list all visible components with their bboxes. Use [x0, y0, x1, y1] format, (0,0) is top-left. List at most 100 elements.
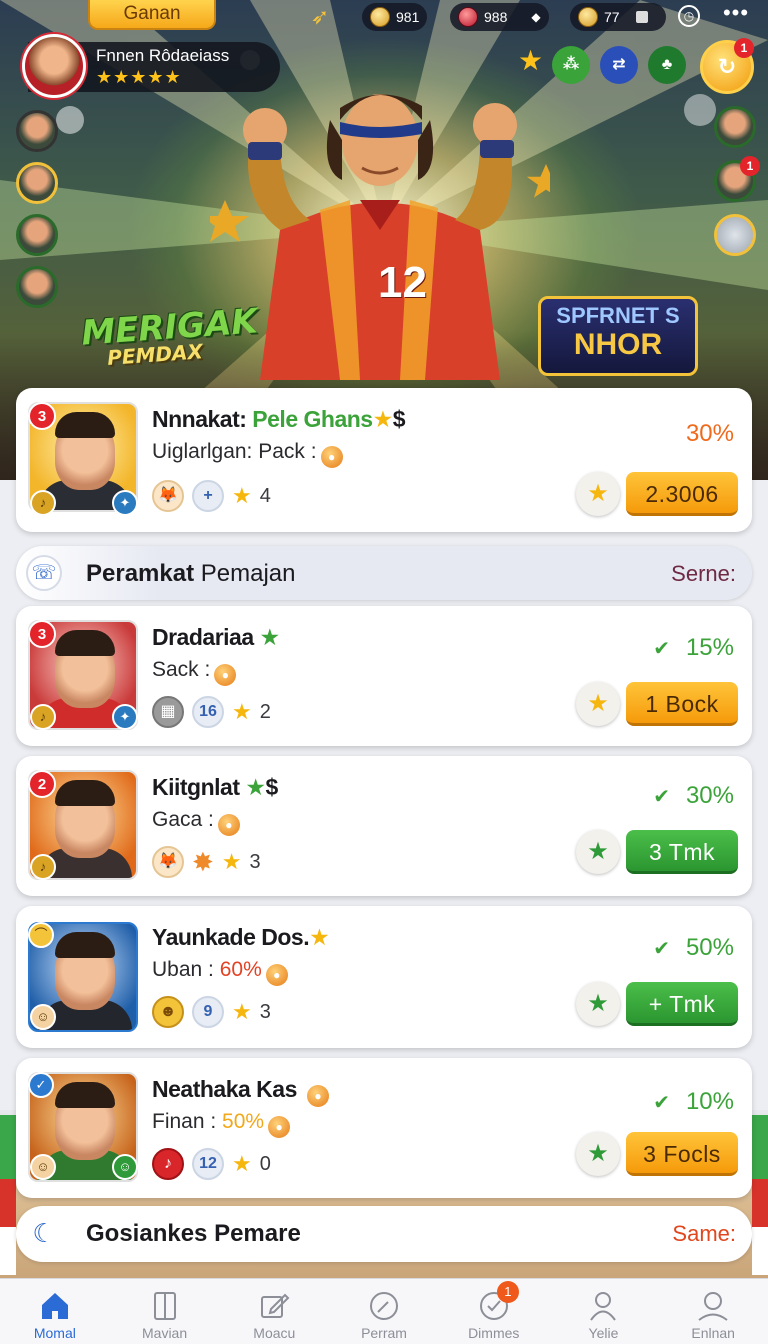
team-mini-icon: ☺ — [112, 1154, 138, 1180]
game-tab[interactable]: Ganan — [88, 0, 216, 30]
nav-label: Perram — [361, 1325, 407, 1341]
list-item[interactable]: 2 ♪ Kiitgnlat ★$ Gaca : ● 🦊 ✸ ★ 3 ✔ 30% ★ … — [16, 756, 752, 896]
nav-item-perram[interactable]: Perram — [329, 1279, 439, 1344]
notification-badge: 1 — [496, 1281, 519, 1303]
rank-badge: 3 — [28, 620, 56, 648]
favorite-button[interactable]: ★ — [576, 682, 620, 726]
nav-item-moacu[interactable]: Moacu — [219, 1279, 329, 1344]
silver-coin-stack-icon[interactable] — [714, 214, 756, 256]
rocket-icon[interactable]: ➶ — [308, 4, 332, 29]
item-action-button[interactable]: 3 Tmk — [626, 830, 738, 874]
featured-player-card[interactable]: 3 ♪ ✦ Nnnakat: Pele Ghans★$ Uiglarlgan: … — [16, 388, 752, 532]
nav-label: Yelie — [588, 1325, 619, 1341]
item-title: Kiitgnlat ★$ — [152, 774, 278, 800]
item-subtitle: Uban : 60% ● — [152, 958, 288, 986]
item-meta: ♪ 12 ★ 0 — [152, 1148, 271, 1180]
plus-icon: + — [192, 480, 224, 512]
moon-icon: ☾ — [26, 1215, 62, 1251]
token-icon — [578, 7, 598, 27]
item-action-button[interactable]: 3 Focls — [626, 1132, 738, 1176]
currency-pill-gold[interactable]: 981 — [362, 3, 428, 31]
nav-label: Enlnan — [691, 1325, 735, 1341]
level-badge: 12 — [192, 1148, 224, 1180]
favorite-button[interactable]: ★ — [576, 1132, 620, 1176]
section-sort-label[interactable]: Serne: — [671, 561, 736, 587]
item-subtitle: Sack : ● — [152, 658, 237, 686]
nav-label: Dimmes — [468, 1325, 520, 1341]
refresh-badge: 1 — [734, 38, 754, 58]
clock-icon[interactable]: ◷ — [678, 5, 700, 27]
home-icon — [41, 1293, 68, 1319]
favorite-button[interactable]: ★ — [576, 982, 620, 1026]
nav-item-enlnan[interactable]: Enlnan — [658, 1279, 768, 1344]
right-avatar-1[interactable] — [714, 106, 756, 148]
item-subtitle: Gaca : ● — [152, 808, 240, 836]
fox-icon: 🦊 — [152, 846, 184, 878]
section-header-peramkat[interactable]: ☏ Peramkat Pemajan Serne: — [16, 546, 752, 600]
guitar-icon: ♪ — [152, 1148, 184, 1180]
ruby-icon — [458, 7, 478, 27]
badge-icon: ✦ — [112, 490, 138, 516]
list-item[interactable]: ⌒ ☺ Yaunkade Dos.★ Uban : 60% ● ☻ 9 ★ 3 ✔… — [16, 906, 752, 1048]
item-title: Neathaka Kas ● — [152, 1076, 329, 1107]
section-sort-label[interactable]: Same: — [672, 1221, 736, 1247]
phone-icon: ☏ — [26, 555, 62, 591]
nav-item-dimmes[interactable]: Dimmes 1 — [439, 1279, 549, 1344]
star-icon: ★ — [259, 624, 281, 650]
side-avatar-2[interactable] — [16, 162, 58, 204]
favorite-star-icon[interactable]: ★ — [518, 44, 543, 77]
item-title: Dradariaa ★ — [152, 624, 281, 650]
item-title: Yaunkade Dos.★ — [152, 924, 330, 950]
currency-pill-token[interactable]: 77 — [570, 3, 666, 31]
player-stars: ★★★★★ — [96, 67, 182, 87]
user-icon — [590, 1292, 617, 1321]
profile-icon — [698, 1292, 728, 1321]
rank-badge: 2 — [28, 770, 56, 798]
nav-label: Mavian — [142, 1325, 188, 1341]
check-icon: ✔ — [653, 1092, 670, 1114]
more-menu-icon[interactable]: ••• — [718, 2, 754, 29]
club-icon[interactable]: ♣ — [648, 46, 686, 84]
check-icon: ✔ — [653, 638, 670, 660]
diamond-icon: ◆ — [531, 10, 541, 24]
star-icon: ★ — [232, 699, 252, 724]
bus-icon: ▦ — [152, 696, 184, 728]
right-avatar-badge: 1 — [740, 156, 760, 176]
section-header-gosiankes[interactable]: ☾ Gosiankes Pemare Same: — [16, 1206, 752, 1262]
edit-icon — [261, 1293, 290, 1318]
team-icon[interactable]: ⁂ — [552, 46, 590, 84]
item-percent: ✔ 50% — [653, 934, 734, 961]
event-logo-right: SPFRNET S NHOR — [538, 296, 698, 376]
nav-item-momal[interactable]: Momal — [0, 1279, 110, 1344]
transfer-icon[interactable]: ⇄ — [600, 46, 638, 84]
court-stripe-right — [752, 1115, 768, 1275]
star-count: 2 — [259, 700, 271, 723]
list-item[interactable]: ✓ ☺ ☺ Neathaka Kas ● Finan : 50% ● ♪ 12 ★… — [16, 1058, 752, 1198]
player-avatar[interactable] — [22, 34, 86, 98]
coin-icon: ● — [214, 664, 237, 686]
guitar-icon: ♪ — [30, 704, 56, 730]
side-avatar-3[interactable] — [16, 214, 58, 256]
nav-item-yelie[interactable]: Yelie — [549, 1279, 659, 1344]
player-name: Fnnen Rôdaeiass — [96, 46, 230, 65]
featured-action-button[interactable]: 2.3006 — [626, 472, 738, 516]
side-avatar-4[interactable] — [16, 266, 58, 308]
star-icon: ★ — [232, 1151, 252, 1176]
level-badge: 9 — [192, 996, 224, 1028]
item-action-button[interactable]: 1 Bock — [626, 682, 738, 726]
currency-pill-gem[interactable]: 988 ◆ — [450, 3, 549, 31]
section-title: Peramkat Pemajan — [86, 560, 296, 587]
favorite-button[interactable]: ★ — [576, 830, 620, 874]
featured-meta: 🦊 + ★ 4 — [152, 480, 271, 512]
favorite-button[interactable]: ★ — [576, 472, 620, 516]
list-item[interactable]: 3 ♪ ✦ Dradariaa ★ Sack : ● ▦ 16 ★ 2 ✔ 15% … — [16, 606, 752, 746]
side-avatar-1[interactable] — [16, 110, 58, 152]
item-percent: ✔ 10% — [653, 1088, 734, 1115]
item-action-button[interactable]: + Tmk — [626, 982, 738, 1026]
verified-icon: ✓ — [28, 1072, 54, 1098]
token-count: 77 — [604, 9, 620, 25]
item-subtitle: Finan : 50% ● — [152, 1110, 291, 1138]
nav-item-mavian[interactable]: Mavian — [110, 1279, 220, 1344]
star-icon: ★ — [232, 999, 252, 1024]
avatar-mini-icon: ☺ — [30, 1004, 56, 1030]
